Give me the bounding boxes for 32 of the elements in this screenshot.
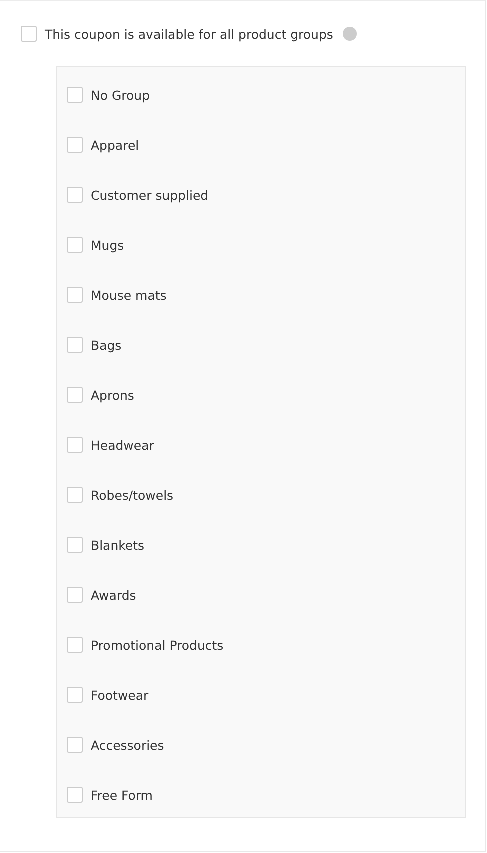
- checkbox-label: Blankets: [91, 538, 145, 552]
- checkbox[interactable]: [67, 687, 83, 703]
- checkbox[interactable]: [67, 537, 83, 553]
- checkbox[interactable]: [21, 26, 37, 42]
- checkbox[interactable]: [67, 387, 83, 403]
- checkbox-label: Mugs: [91, 238, 124, 252]
- checkbox[interactable]: [67, 487, 83, 503]
- checkbox-label: Free Form: [91, 788, 153, 802]
- checkbox[interactable]: [67, 787, 83, 803]
- checkbox-label: Awards: [91, 588, 136, 602]
- checkbox-label: Aprons: [91, 388, 134, 402]
- checkbox-label: Footwear: [91, 688, 149, 702]
- checkbox-label: Promotional Products: [91, 638, 224, 652]
- checkbox[interactable]: [67, 737, 83, 753]
- checkbox-label: Robes/towels: [91, 488, 174, 502]
- checkbox-label: No Group: [91, 88, 150, 102]
- checkbox[interactable]: [67, 87, 83, 103]
- checkbox[interactable]: [67, 237, 83, 253]
- checkbox-label: Bags: [91, 338, 122, 352]
- checkbox-label: Headwear: [91, 438, 154, 452]
- checkbox[interactable]: [67, 187, 83, 203]
- checkbox[interactable]: [67, 137, 83, 153]
- checkbox[interactable]: [67, 337, 83, 353]
- checkbox-label: Customer supplied: [91, 188, 209, 202]
- checkbox[interactable]: [67, 287, 83, 303]
- checkbox[interactable]: [67, 587, 83, 603]
- checkbox-label: Mouse mats: [91, 288, 167, 302]
- checkbox-label: This coupon is available for all product groups: [45, 26, 334, 42]
- checkbox-label: Accessories: [91, 738, 164, 752]
- checkbox-label: Apparel: [91, 138, 140, 152]
- checkbox[interactable]: [67, 437, 83, 453]
- checkbox[interactable]: [67, 637, 83, 653]
